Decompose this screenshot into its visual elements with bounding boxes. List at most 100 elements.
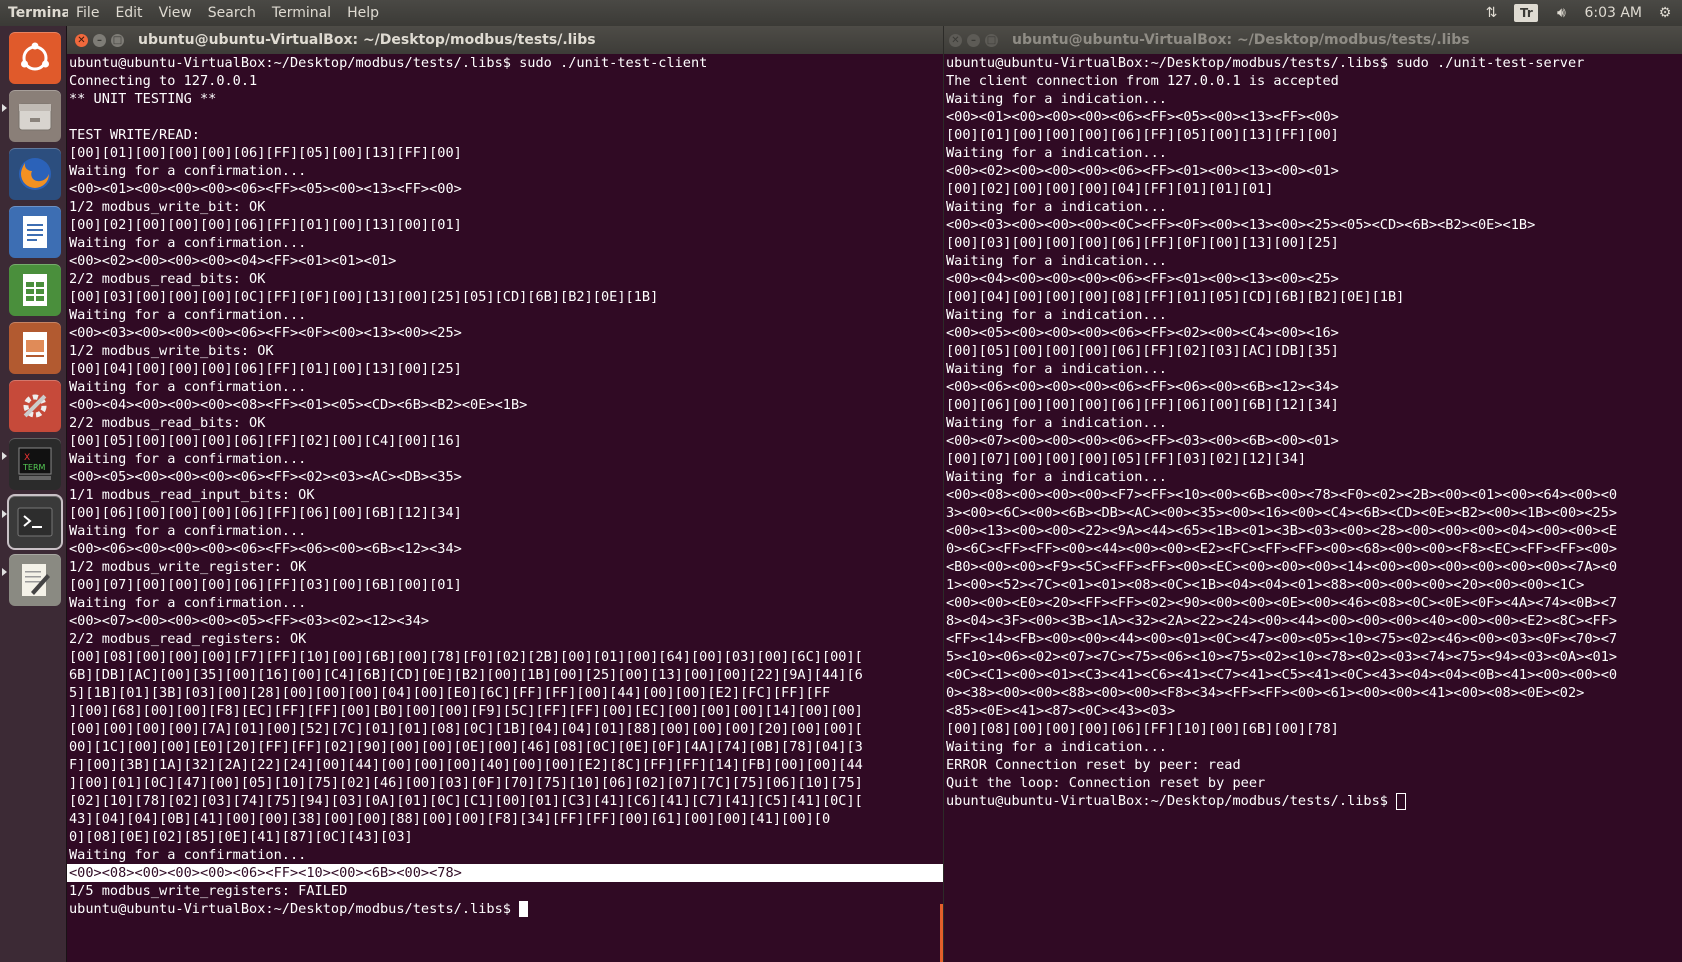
terminal-line: [00][05][00][00][00][06][FF][02][00][C4]… [67,432,943,450]
scrollbar[interactable] [940,904,943,962]
window-titlebar[interactable]: ✕ – □ ubuntu@ubuntu-VirtualBox: ~/Deskto… [944,26,1682,54]
terminal-line-text: Waiting for a indication... [946,253,1167,269]
server-terminal-window[interactable]: ✕ – □ ubuntu@ubuntu-VirtualBox: ~/Deskto… [944,26,1682,962]
terminal-line: [00][04][00][00][00][06][FF][01][00][13]… [67,360,943,378]
terminal-line: F][00][3B][1A][32][2A][22][24][00][44][0… [67,756,943,774]
terminal-line-text: <00><05><00><00><00><06><FF><02><00><C4>… [946,325,1339,341]
terminal-line-text: ubuntu@ubuntu-VirtualBox:~/Desktop/modbu… [946,55,1585,71]
dash-home-icon[interactable] [9,32,61,84]
terminal-line: 00][1C][00][00][E0][20][FF][FF][02][90][… [67,738,943,756]
terminal-line-text: Waiting for a confirmation... [69,307,307,323]
terminal-line-text: 1/2 modbus_write_bit: OK [69,199,266,215]
menu-view[interactable]: View [151,5,200,21]
terminal-line-text: 1/2 modbus_write_bits: OK [69,343,274,359]
text-editor-icon[interactable] [9,554,61,606]
calc-icon[interactable] [9,264,61,316]
menu-terminal[interactable]: Terminal [264,5,339,21]
terminal-line-text: [00][03][00][00][00][0C][FF][0F][00][13]… [69,289,659,305]
terminal-line: <FF><14><FB><00><00><44><00><01><0C><47>… [944,630,1682,648]
terminal-line-text: <B0><00><00><F9><5C><FF><FF><00><EC><00>… [946,559,1618,575]
terminal-line: Waiting for a indication... [944,468,1682,486]
terminal-line: 1/1 modbus_read_input_bits: OK [67,486,943,504]
terminal-line: Waiting for a confirmation... [67,234,943,252]
terminal-line: [00][04][00][00][00][08][FF][01][05][CD]… [944,288,1682,306]
window-titlebar[interactable]: ✕ – □ ubuntu@ubuntu-VirtualBox: ~/Deskto… [67,26,943,54]
terminal-line-text: Waiting for a indication... [946,415,1167,431]
menu-file[interactable]: File [68,5,107,21]
running-indicator [2,452,7,460]
menu-help[interactable]: Help [339,5,387,21]
terminal-line-text: [00][04][00][00][00][06][FF][01][00][13]… [69,361,462,377]
terminal-output[interactable]: ubuntu@ubuntu-VirtualBox:~/Desktop/modbu… [67,54,943,962]
terminal-output[interactable]: ubuntu@ubuntu-VirtualBox:~/Desktop/modbu… [944,54,1682,962]
maximize-icon[interactable]: □ [985,33,998,47]
terminal-line: [00][02][00][00][00][04][FF][01][01][01] [944,180,1682,198]
writer-icon[interactable] [9,206,61,258]
terminal-line: 1/2 modbus_write_bits: OK [67,342,943,360]
terminal-line: <00><02><00><00><00><04><FF><01><01><01> [67,252,943,270]
minimize-icon[interactable]: – [93,33,106,47]
terminal-line: <00><03><00><00><00><06><FF><0F><00><13>… [67,324,943,342]
terminal-line-text: 1><00><52><7C><01><01><08><0C><1B><04><0… [946,577,1585,593]
launcher: X TERM [0,26,67,962]
network-icon[interactable]: ⇅ [1482,4,1500,22]
terminal-line-text: [00][05][00][00][00][06][FF][02][00][C4]… [69,433,462,449]
maximize-icon[interactable]: □ [111,33,124,47]
terminal-line-text: ERROR Connection reset by peer: read [946,757,1241,773]
terminal-line-text: <00><01><00><00><00><06><FF><05><00><13>… [946,109,1339,125]
terminal-line-text: 1/1 modbus_read_input_bits: OK [69,487,315,503]
menu-edit[interactable]: Edit [107,5,150,21]
terminal-line: ERROR Connection reset by peer: read [944,756,1682,774]
terminal-line: 0><6C><FF><FF><00><44><00><00><E2><FC><F… [944,540,1682,558]
menu-search[interactable]: Search [200,5,264,21]
terminal-line: [00][06][00][00][00][06][FF][06][00][6B]… [67,504,943,522]
terminal-line: <00><06><00><00><00><06><FF><06><00><6B>… [944,378,1682,396]
clock[interactable]: 6:03 AM [1584,4,1642,22]
terminal-icon[interactable] [7,494,63,550]
terminal-line-text: Waiting for a indication... [946,307,1167,323]
xterm-icon[interactable]: X TERM [9,438,61,490]
keyboard-layout-indicator[interactable]: Tr [1514,4,1539,22]
terminal-line: 5><10><06><02><07><7C><75><06><10><75><0… [944,648,1682,666]
terminal-line: 0><38><00><00><88><00><00><F8><34><FF><F… [944,684,1682,702]
terminal-line-text: [02][10][78][02][03][74][75][94][03][0A]… [69,793,863,809]
minimize-icon[interactable]: – [967,33,980,47]
terminal-line-text: Waiting for a indication... [946,91,1167,107]
close-icon[interactable]: ✕ [949,33,962,47]
terminal-line-text: Waiting for a indication... [946,469,1167,485]
terminal-line: Waiting for a confirmation... [67,378,943,396]
terminal-line: [00][03][00][00][00][0C][FF][0F][00][13]… [67,288,943,306]
terminal-line-text: ubuntu@ubuntu-VirtualBox:~/Desktop/modbu… [69,901,520,917]
terminal-line-text: [00][05][00][00][00][06][FF][02][03][AC]… [946,343,1339,359]
terminal-line: 0][08][0E][02][85][0E][41][87][0C][43][0… [67,828,943,846]
close-icon[interactable]: ✕ [75,33,88,47]
system-settings-icon[interactable] [9,380,61,432]
terminal-line-text: 0><38><00><00><88><00><00><F8><34><FF><F… [946,685,1585,701]
terminal-line: <00><13><00><00><22><9A><44><65><1B><01>… [944,522,1682,540]
client-terminal-window[interactable]: ✕ – □ ubuntu@ubuntu-VirtualBox: ~/Deskto… [67,26,943,962]
terminal-line-text: <0C><C1><00><01><C3><41><C6><41><C7><41>… [946,667,1618,683]
terminal-line: [00][01][00][00][00][06][FF][05][00][13]… [944,126,1682,144]
terminal-line: ubuntu@ubuntu-VirtualBox:~/Desktop/modbu… [67,54,943,72]
terminal-line: Connecting to 127.0.0.1 [67,72,943,90]
text-cursor [1396,792,1407,810]
terminal-line-text: [00][08][00][00][00][06][FF][10][00][6B]… [946,721,1339,737]
terminal-line-text: 8><04><3F><00><3B><1A><32><2A><22><24><0… [946,613,1618,629]
impress-icon[interactable] [9,322,61,374]
terminal-line: <00><06><00><00><00><06><FF><06><00><6B>… [67,540,943,558]
terminal-line: [00][05][00][00][00][06][FF][02][03][AC]… [944,342,1682,360]
terminal-line: <00><02><00><00><00><06><FF><01><00><13>… [944,162,1682,180]
terminal-line: ubuntu@ubuntu-VirtualBox:~/Desktop/modbu… [944,792,1682,810]
firefox-icon[interactable] [9,148,61,200]
terminal-line-text: The client connection from 127.0.0.1 is … [946,73,1339,89]
terminal-line: TEST WRITE/READ: [67,126,943,144]
terminal-line-text: <00><07><00><00><00><06><FF><03><00><6B>… [946,433,1339,449]
file-manager-icon[interactable] [9,90,61,142]
terminal-line-text: <00><01><00><00><00><06><FF><05><00><13>… [69,181,462,197]
volume-icon[interactable]: 🔊︎ [1552,4,1570,22]
terminal-line-text: <00><04><00><00><00><08><FF><01><05><CD>… [69,397,528,413]
svg-text:TERM: TERM [22,463,46,472]
terminal-line: Waiting for a confirmation... [67,306,943,324]
terminal-line: <00><05><00><00><00><06><FF><02><00><C4>… [944,324,1682,342]
gear-icon[interactable]: ⚙ [1656,4,1674,22]
